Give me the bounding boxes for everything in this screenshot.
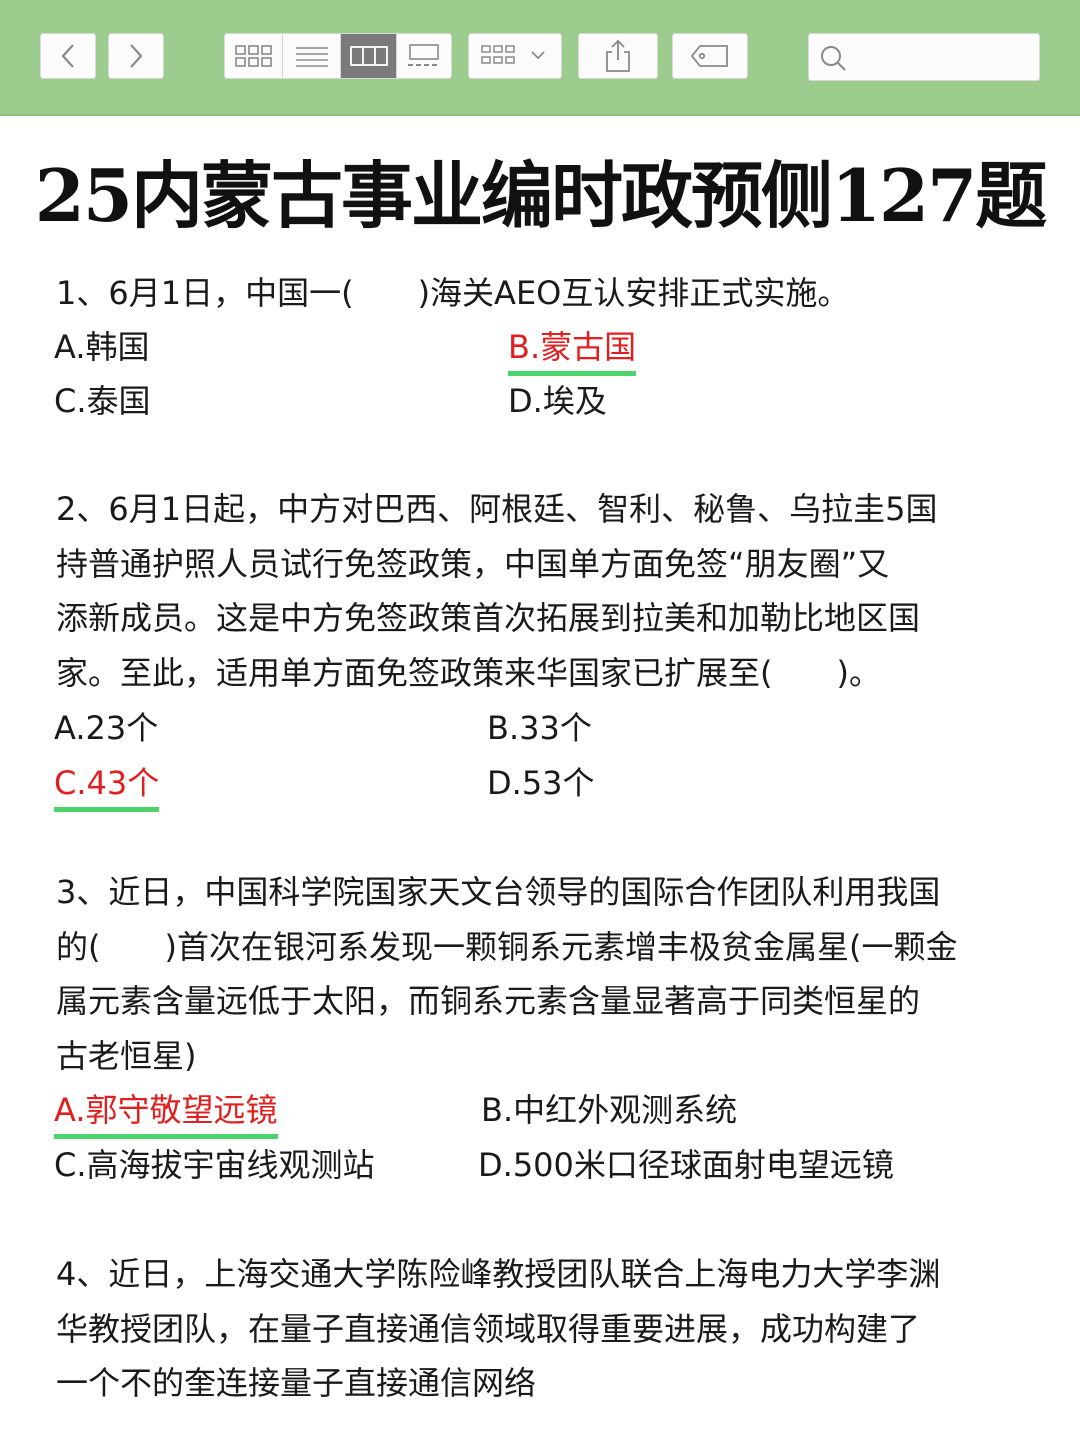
column-view-button[interactable] xyxy=(341,34,397,78)
option-d: D.埃及 xyxy=(508,382,607,420)
search-box[interactable] xyxy=(808,33,1040,81)
option-c: C.高海拔宇宙线观测站 xyxy=(54,1146,375,1184)
tag-button[interactable] xyxy=(672,33,748,79)
question-text-line: 添新成员。这是中方免签政策首次拓展到拉美和加勒比地区国 xyxy=(56,599,921,637)
question-text-line: 3、近日，中国科学院国家天文台领导的国际合作团队利用我国 xyxy=(56,873,941,911)
question-3: 3、近日，中国科学院国家天文台领导的国际合作团队利用我国 的( )首次在银河系发… xyxy=(56,865,1026,1083)
chevron-left-icon xyxy=(61,44,74,68)
list-view-icon xyxy=(295,47,328,67)
share-icon xyxy=(606,39,630,72)
option-b: B.33个 xyxy=(487,709,592,747)
question-text-line: 4、近日，上海交通大学陈险峰教授团队联合上海电力大学李渊 xyxy=(56,1255,941,1293)
grid-view-button[interactable] xyxy=(225,34,283,78)
toolbar xyxy=(0,0,1080,116)
forward-button[interactable] xyxy=(108,33,164,79)
search-input[interactable] xyxy=(853,40,1037,76)
tag-icon xyxy=(690,45,728,67)
question-text-line: 2、6月1日起，中方对巴西、阿根廷、智利、秘鲁、乌拉圭5国 xyxy=(56,490,938,528)
gallery-view-button[interactable] xyxy=(397,34,451,78)
list-view-button[interactable] xyxy=(283,34,341,78)
gallery-view-icon xyxy=(408,44,439,66)
option-d: D.53个 xyxy=(487,764,595,802)
option-a-correct: A.郭守敬望远镜 xyxy=(54,1088,278,1139)
question-text-line: 古老恒星) xyxy=(56,1036,197,1075)
option-c-correct: C.43个 xyxy=(54,761,160,812)
grid-view-icon xyxy=(234,45,272,67)
option-a: A.23个 xyxy=(54,709,159,747)
chevron-right-icon xyxy=(130,44,143,68)
group-menu-icon xyxy=(481,45,545,64)
question-text-line: 持普通护照人员试行免签政策，中国单方面免签“朋友圈”又 xyxy=(56,544,890,583)
view-switcher xyxy=(224,33,452,79)
question-text-line: 家。至此，适用单方面免签政策来华国家已扩展至( )。 xyxy=(56,653,881,692)
option-b: B.中红外观测系统 xyxy=(481,1091,738,1129)
back-button[interactable] xyxy=(40,33,96,79)
question-text-line: 的( )首次在银河系发现一颗铜系元素增丰极贫金属星(一颗金 xyxy=(56,927,958,966)
group-menu-button[interactable] xyxy=(468,33,562,79)
question-text-line: 属元素含量远低于太阳，而铜系元素含量显著高于同类恒星的 xyxy=(56,982,921,1020)
column-view-icon xyxy=(349,46,388,66)
question-text-line: 一个不的奎连接量子直接通信网络 xyxy=(56,1364,537,1402)
question-text-line: 1、6月1日，中国一( )海关AEO互认安排正式实施。 xyxy=(56,274,850,312)
page-title: 25内蒙古事业编时政预侧127题 xyxy=(34,153,1048,238)
question-4: 4、近日，上海交通大学陈险峰教授团队联合上海电力大学李渊 华教授团队，在量子直接… xyxy=(56,1247,1026,1411)
question-1: 1、6月1日，中国一( )海关AEO互认安排正式实施。 xyxy=(56,266,1026,321)
question-text-line: 华教授团队，在量子直接通信领域取得重要进展，成功构建了 xyxy=(56,1309,921,1348)
search-icon xyxy=(821,46,846,71)
option-a: A.韩国 xyxy=(54,328,150,366)
question-2: 2、6月1日起，中方对巴西、阿根廷、智利、秘鲁、乌拉圭5国 持普通护照人员试行免… xyxy=(56,482,1026,700)
share-button[interactable] xyxy=(578,33,658,79)
option-b-correct: B.蒙古国 xyxy=(508,325,637,376)
option-c: C.泰国 xyxy=(54,382,151,420)
option-d: D.500米口径球面射电望远镜 xyxy=(478,1146,894,1184)
